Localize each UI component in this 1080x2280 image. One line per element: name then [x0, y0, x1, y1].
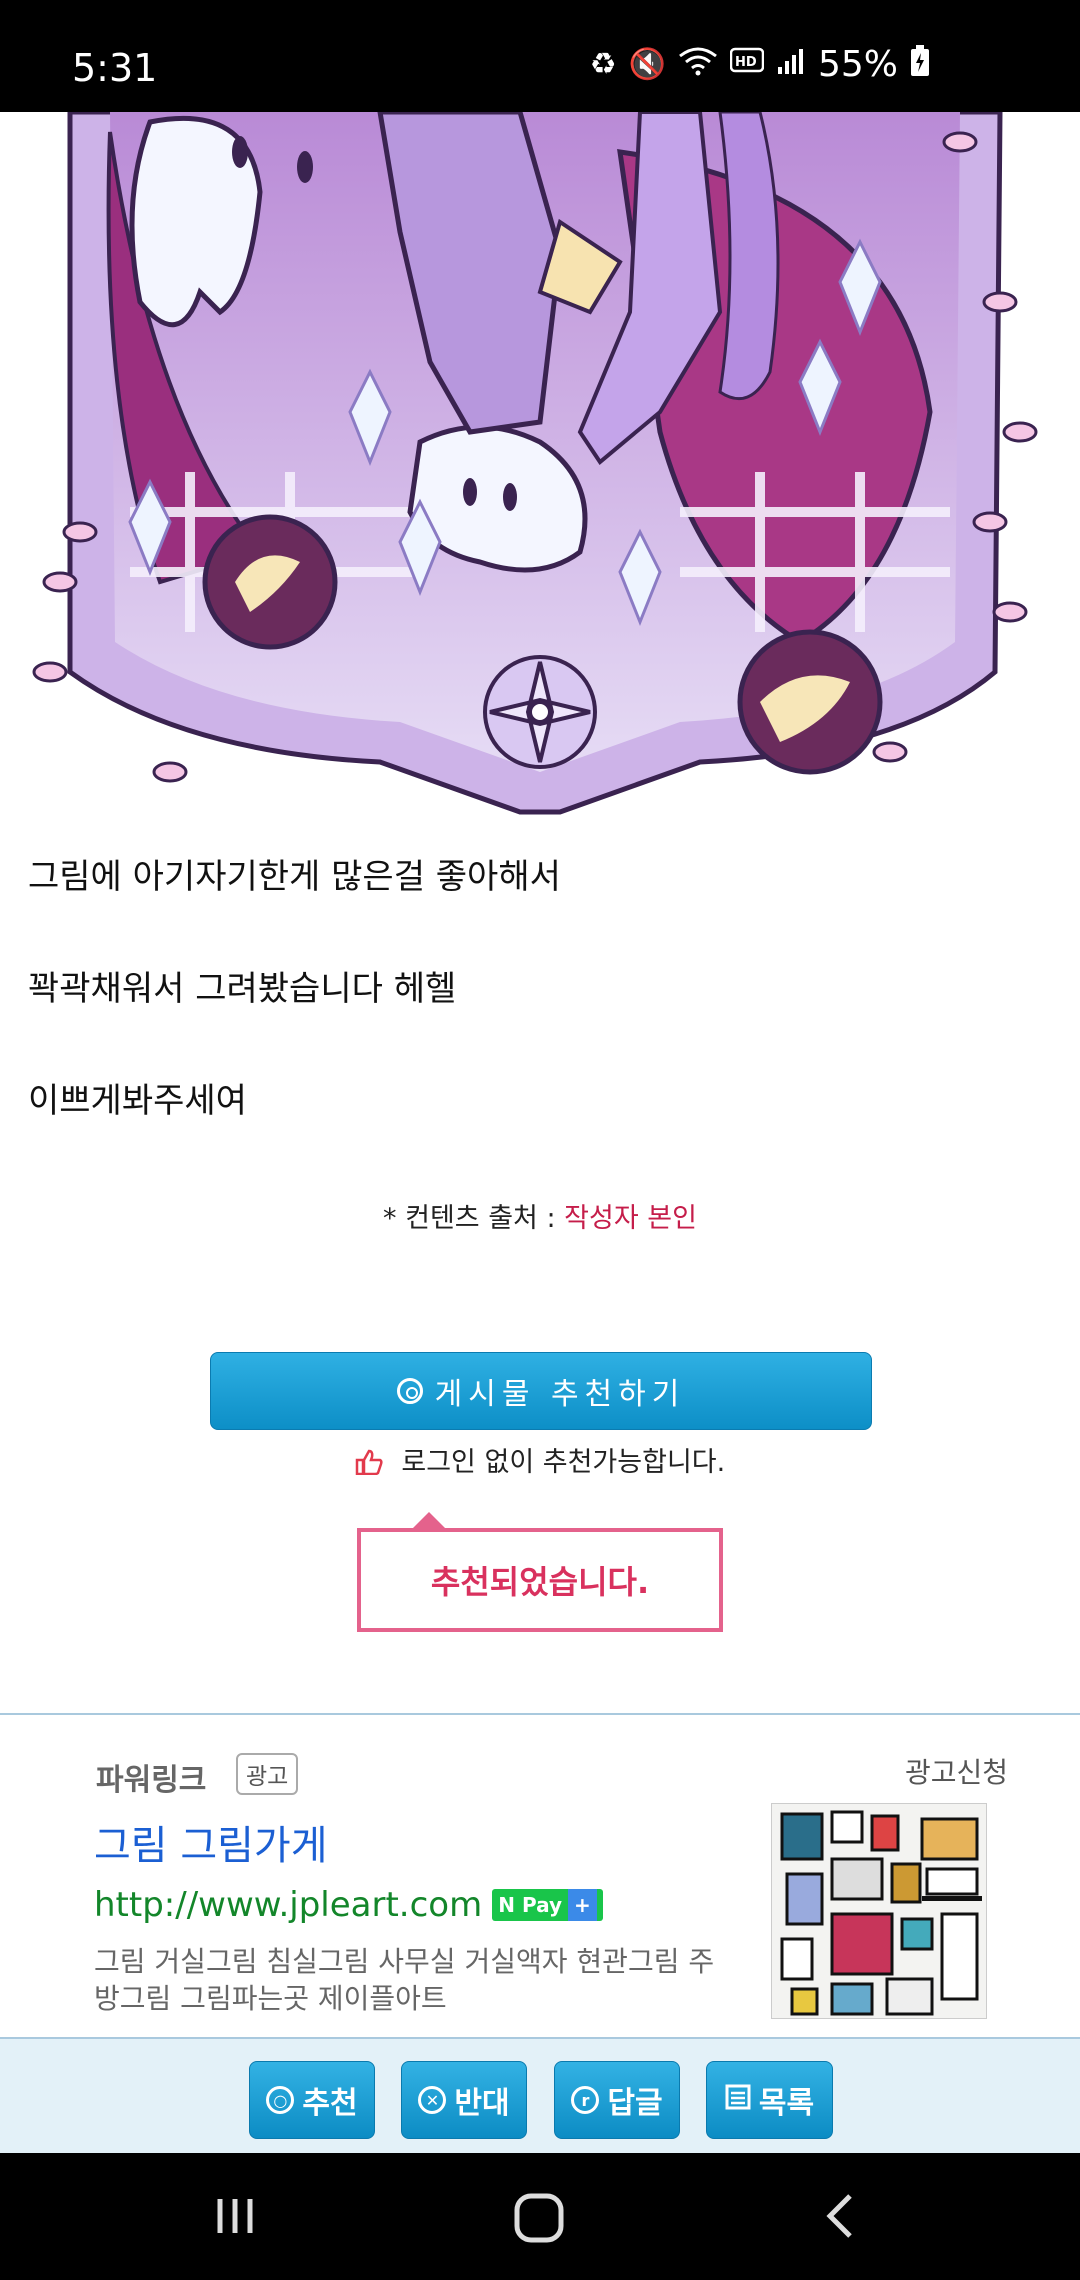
ad-title-link[interactable]: 그림 그림가게: [94, 1813, 328, 1871]
recommend-post-label: 게시물 추천하기: [434, 1377, 686, 1412]
content-source: * 컨텐츠 출처 : 작성자 본인: [0, 1196, 1080, 1235]
tooltip-arrow: [411, 1512, 447, 1530]
post-line: 그림에 아기자기한게 많은걸 좋아해서: [28, 857, 561, 897]
reply-button[interactable]: r 답글: [554, 2061, 680, 2139]
list-button[interactable]: 목록: [706, 2061, 833, 2139]
no-login-notice: 로그인 없이 추천가능합니다.: [0, 1440, 1080, 1479]
recommend-icon: [396, 1378, 423, 1404]
reply-r-icon: r: [571, 2086, 600, 2114]
recommend-done-text: 추천되었습니다.: [430, 1563, 650, 1601]
status-bar: 5:31 ♻ 🔇 HD 55%: [0, 0, 1080, 112]
ad-thumbnail-image[interactable]: [771, 1803, 987, 2019]
system-nav-bar: [0, 2153, 1080, 2280]
recent-apps-icon[interactable]: [210, 2191, 260, 2253]
battery-percent: 55%: [817, 44, 898, 85]
svg-text:HD: HD: [735, 55, 757, 70]
ad-url[interactable]: http://www.jpleart.com: [94, 1885, 482, 1925]
oppose-label: 반대: [454, 2086, 510, 2121]
source-label: * 컨텐츠 출처 :: [383, 1203, 565, 1234]
wifi-icon: [678, 46, 718, 84]
thumbs-up-icon: [355, 1447, 392, 1478]
recommend-button[interactable]: ○ 추천: [249, 2061, 375, 2139]
ad-brand: 파워링크: [96, 1763, 207, 1798]
post-line: 꽉곽채워서 그려봤습니다 헤헬: [28, 969, 457, 1009]
recommend-done-tooltip: 추천되었습니다.: [357, 1512, 723, 1632]
hd-voice-icon: HD: [729, 47, 765, 83]
post-line: 이쁘게봐주세여: [28, 1081, 247, 1121]
npay-n: N: [498, 1893, 515, 1917]
post-body: 그림에 아기자기한게 많은걸 좋아해서 꽉곽채워서 그려봤습니다 헤헬 이쁘게봐…: [28, 860, 1052, 1196]
status-icons: ♻ 🔇 HD 55%: [590, 44, 930, 85]
source-author: 작성자 본인: [564, 1203, 697, 1234]
battery-charging-icon: [910, 44, 930, 85]
recommend-circle-icon: ○: [266, 2086, 295, 2114]
ad-url-row[interactable]: http://www.jpleart.com N Pay +: [94, 1885, 603, 1925]
list-label: 목록: [758, 2086, 815, 2121]
oppose-x-icon: ✕: [418, 2086, 447, 2114]
powerlink-ad: 파워링크 광고 광고신청 그림 그림가게 http://www.jpleart.…: [0, 1713, 1080, 2037]
no-login-text: 로그인 없이 추천가능합니다.: [401, 1447, 726, 1478]
reply-label: 답글: [607, 2086, 663, 2121]
post-artwork-image: [0, 112, 1080, 820]
ad-description: 그림 거실그림 침실그림 사무실 거실액자 현관그림 주방그림 그림파는곳 제이…: [94, 1945, 715, 2015]
home-icon[interactable]: [512, 2191, 566, 2257]
recommend-label: 추천: [302, 2086, 358, 2121]
npay-plus-icon: +: [568, 1889, 597, 1921]
mute-icon: 🔇: [628, 47, 666, 82]
bottom-action-bar: ○ 추천 ✕ 반대 r 답글 목록: [0, 2037, 1080, 2153]
back-icon[interactable]: [820, 2191, 860, 2253]
list-icon: [725, 2083, 751, 2118]
recommend-post-button[interactable]: 게시물 추천하기: [210, 1352, 872, 1430]
npay-label: Pay: [521, 1893, 562, 1917]
npay-badge: N Pay +: [492, 1889, 603, 1921]
oppose-button[interactable]: ✕ 반대: [401, 2061, 527, 2139]
ad-tag-badge: 광고: [236, 1753, 299, 1795]
battery-saver-icon: ♻: [589, 47, 617, 82]
ad-apply-link[interactable]: 광고신청: [905, 1751, 1008, 1791]
status-time: 5:31: [72, 46, 158, 90]
signal-icon: [776, 47, 806, 83]
